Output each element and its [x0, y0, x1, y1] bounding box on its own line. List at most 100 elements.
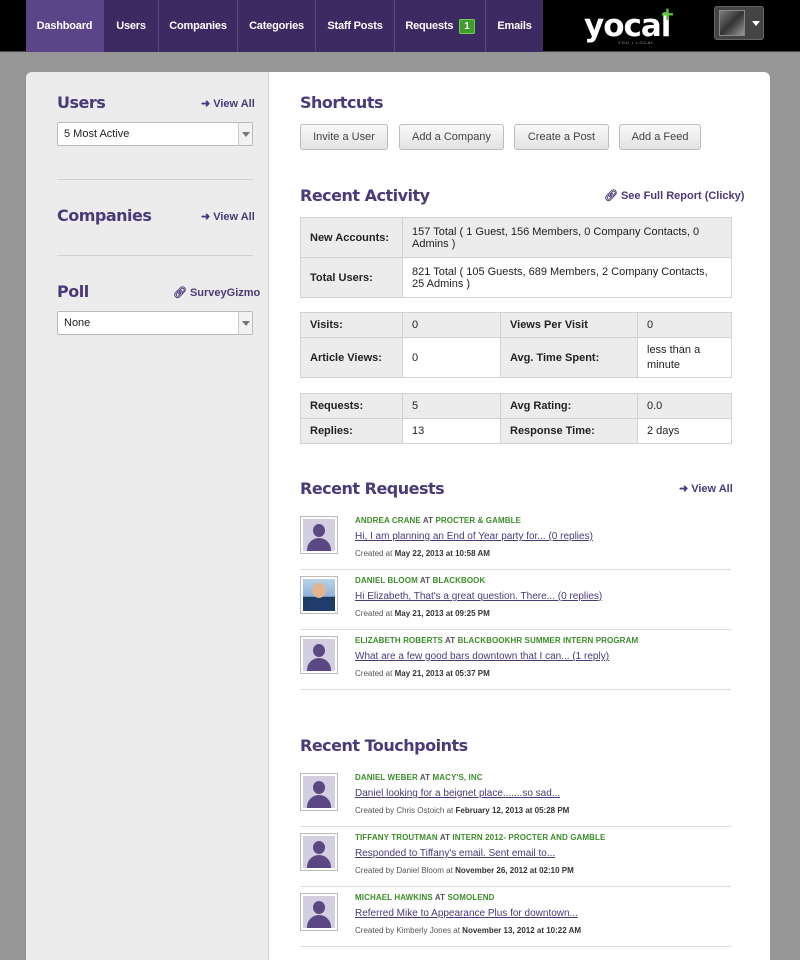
- add-company-button[interactable]: Add a Company: [399, 124, 504, 150]
- list-item[interactable]: Tiffany Troutman at Intern 2012- Procter…: [300, 827, 731, 887]
- table-row: New Accounts: 157 Total ( 1 Guest, 156 M…: [300, 217, 732, 258]
- list-item[interactable]: Andrea Crane at Procter & Gamble Hi, I a…: [300, 510, 731, 570]
- user-silhouette-body: [307, 915, 331, 928]
- contact-name[interactable]: Daniel Weber: [355, 773, 418, 782]
- nav-users-label: Users: [116, 20, 146, 32]
- table-row: Visits: 0 Views Per Visit 0: [300, 312, 732, 338]
- companies-view-all-link[interactable]: ➜ View All: [201, 210, 255, 223]
- views-per-visit-value: 0: [637, 312, 732, 338]
- nav-companies[interactable]: Companies: [158, 0, 237, 52]
- list-item[interactable]: Daniel Bloom at BlackBook Hi Elizabeth, …: [300, 570, 731, 630]
- requests-view-all-link[interactable]: ➜ View All: [679, 482, 733, 495]
- meta-date: May 21, 2013 at 05:37 PM: [394, 669, 490, 678]
- avatar: [300, 773, 338, 811]
- replies-label: Replies:: [300, 418, 403, 444]
- contact-name[interactable]: Tiffany Troutman: [355, 833, 438, 842]
- views-per-visit-label: Views Per Visit: [500, 312, 638, 338]
- requests-count-badge: 1: [459, 18, 475, 34]
- yocal-logo[interactable]: yocal + YOU • LOCAL: [584, 2, 676, 46]
- avatar: [719, 10, 745, 36]
- request-link[interactable]: Hi, I am planning an End of Year party f…: [355, 531, 593, 542]
- companies-view-all-label: View All: [213, 211, 255, 223]
- requests-value: 5: [402, 393, 501, 419]
- author-name[interactable]: Elizabeth Roberts: [355, 636, 443, 645]
- response-time-value: 2 days: [637, 418, 732, 444]
- surveygizmo-link[interactable]: 🔗︎ SurveyGizmo: [173, 286, 260, 299]
- full-report-link[interactable]: 🔗︎ See Full Report (Clicky): [604, 189, 744, 202]
- meta-prefix: Created by Daniel Bloom at: [355, 866, 453, 875]
- request-author: Elizabeth Roberts at BlackBookHR Summer …: [355, 636, 638, 645]
- full-report-label: See Full Report (Clicky): [620, 190, 745, 202]
- recent-requests-heading: Recent Requests: [300, 479, 445, 498]
- visits-label: Visits:: [300, 312, 403, 338]
- list-item[interactable]: Michael Hawkins at SomoLend Referred Mik…: [300, 887, 731, 947]
- meta-prefix: Created at: [355, 669, 393, 678]
- shortcuts-heading: Shortcuts: [300, 93, 384, 112]
- meta-date: November 26, 2012 at 02:10 PM: [455, 866, 574, 875]
- nav-emails[interactable]: Emails: [485, 0, 543, 52]
- at-label: at: [434, 893, 446, 902]
- add-feed-button[interactable]: Add a Feed: [619, 124, 701, 150]
- poll-select[interactable]: None: [57, 311, 253, 335]
- contact-company[interactable]: Macy's, Inc: [432, 773, 482, 782]
- contact-company[interactable]: SomoLend: [447, 893, 494, 902]
- link-icon: 🔗︎: [604, 190, 618, 202]
- author-company[interactable]: Procter & Gamble: [435, 516, 521, 525]
- author-company[interactable]: BlackBookHR Summer Intern Program: [458, 636, 639, 645]
- article-views-value: 0: [402, 337, 501, 378]
- nav-users[interactable]: Users: [103, 0, 158, 52]
- top-navigation-bar: Dashboard Users Companies Categories Sta…: [0, 0, 800, 52]
- invite-user-button[interactable]: Invite a User: [300, 124, 388, 150]
- contact-name[interactable]: Michael Hawkins: [355, 893, 433, 902]
- recent-activity-heading: Recent Activity: [300, 186, 430, 205]
- nav-categories[interactable]: Categories: [237, 0, 315, 52]
- list-item[interactable]: Daniel Weber at Macy's, Inc Daniel looki…: [300, 767, 731, 827]
- meta-prefix: Created by Kimberly Jones at: [355, 926, 460, 935]
- list-item[interactable]: Elizabeth Roberts at BlackBookHR Summer …: [300, 630, 731, 690]
- avg-time-spent-label: Avg. Time Spent:: [500, 337, 638, 378]
- touchpoint-contact: Tiffany Troutman at Intern 2012- Procter…: [355, 833, 605, 842]
- touchpoint-link[interactable]: Responded to Tiffany's email. Sent email…: [355, 848, 555, 859]
- requests-stats-table: Requests: 5 Avg Rating: 0.0 Replies: 13 …: [300, 393, 732, 444]
- account-menu-button[interactable]: [714, 6, 764, 40]
- user-silhouette-body: [307, 658, 331, 671]
- touchpoint-contact: Michael Hawkins at SomoLend: [355, 893, 494, 902]
- main-nav: Dashboard Users Companies Categories Sta…: [26, 0, 543, 52]
- author-name[interactable]: Daniel Bloom: [355, 576, 418, 585]
- surveygizmo-label: SurveyGizmo: [189, 287, 261, 299]
- avg-rating-value: 0.0: [637, 393, 732, 419]
- at-label: at: [444, 636, 456, 645]
- request-meta: Created at May 21, 2013 at 05:37 PM: [355, 669, 490, 678]
- total-users-label: Total Users:: [300, 257, 403, 298]
- touchpoint-contact: Daniel Weber at Macy's, Inc: [355, 773, 483, 782]
- nav-emails-label: Emails: [497, 20, 532, 32]
- nav-staff-posts[interactable]: Staff Posts: [315, 0, 394, 52]
- user-silhouette-body: [307, 795, 331, 808]
- request-link[interactable]: Hi Elizabeth, That's a great question. T…: [355, 591, 602, 602]
- author-name[interactable]: Andrea Crane: [355, 516, 421, 525]
- arrow-right-icon: ➜: [679, 483, 689, 495]
- touchpoint-link[interactable]: Referred Mike to Appearance Plus for dow…: [355, 908, 578, 919]
- author-company[interactable]: BlackBook: [432, 576, 485, 585]
- at-label: at: [419, 576, 431, 585]
- touchpoint-link[interactable]: Daniel looking for a beignet place......…: [355, 788, 560, 799]
- table-row: Article Views: 0 Avg. Time Spent: less t…: [300, 337, 732, 378]
- logo-tagline: YOU • LOCAL: [618, 40, 655, 45]
- users-view-all-label: View All: [213, 98, 255, 110]
- users-filter-value: 5 Most Active: [64, 128, 130, 140]
- poll-heading: Poll: [57, 282, 89, 301]
- meta-date: November 13, 2012 at 10:22 AM: [462, 926, 582, 935]
- nav-requests-label: Requests: [405, 20, 454, 32]
- divider: [57, 179, 253, 180]
- users-view-all-link[interactable]: ➜ View All: [201, 97, 255, 110]
- nav-dashboard[interactable]: Dashboard: [26, 0, 103, 52]
- recent-touchpoints-list: Daniel Weber at Macy's, Inc Daniel looki…: [300, 767, 731, 947]
- chevron-down-icon: [752, 20, 760, 26]
- user-photo-body: [307, 599, 331, 611]
- request-link[interactable]: What are a few good bars downtown that I…: [355, 651, 609, 662]
- contact-company[interactable]: Intern 2012- Procter and Gamble: [452, 833, 605, 842]
- create-post-button[interactable]: Create a Post: [514, 124, 609, 150]
- users-filter-select[interactable]: 5 Most Active: [57, 122, 253, 146]
- nav-requests[interactable]: Requests 1: [394, 0, 485, 52]
- logo-plus-icon: +: [661, 2, 674, 27]
